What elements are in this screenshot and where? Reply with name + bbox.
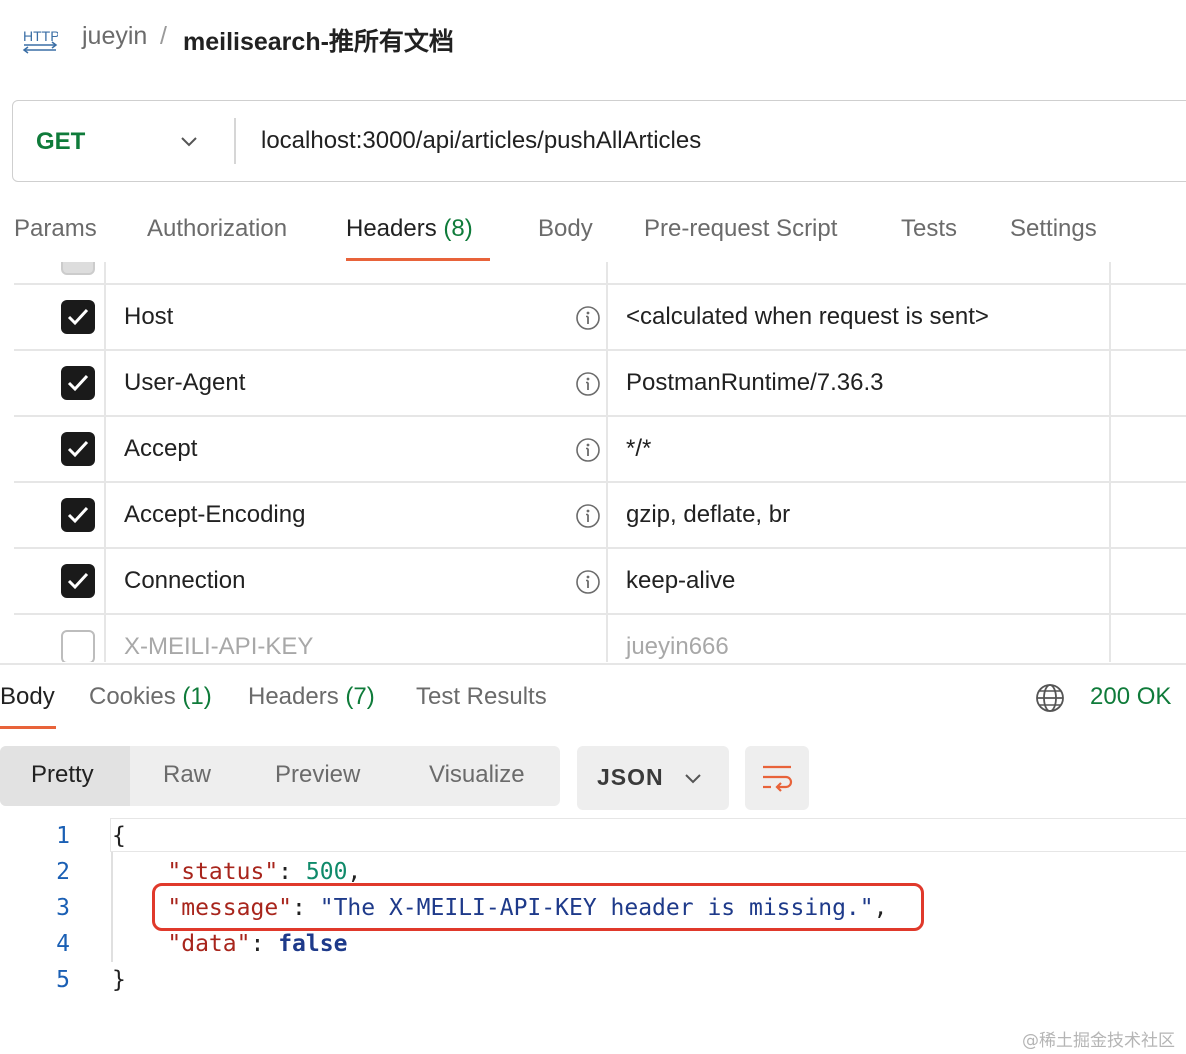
line-number: 4 (56, 931, 70, 957)
line-number: 1 (56, 823, 70, 849)
table-row: X-MEILI-API-KEY jueyin666 (14, 614, 1186, 662)
divider (0, 663, 1186, 665)
response-tab-cookies[interactable]: Cookies (1) (89, 683, 212, 711)
code-line-4[interactable]: "data": false (112, 931, 347, 957)
format-select-label: JSON (597, 764, 664, 790)
header-value[interactable]: PostmanRuntime/7.36.3 (626, 369, 883, 397)
url-input[interactable]: localhost:3000/api/articles/pushAllArtic… (261, 127, 701, 155)
http-request-icon: HTTP (22, 28, 58, 54)
breadcrumb-workspace[interactable]: jueyin (82, 22, 147, 51)
response-tab-headers-label: Headers (248, 683, 339, 710)
json-number: 500 (305, 859, 348, 885)
table-row: Accept */* (14, 416, 1186, 482)
header-key[interactable]: X-MEILI-API-KEY (124, 633, 313, 661)
checkbox-checked[interactable] (61, 300, 95, 334)
chevron-down-icon (685, 774, 701, 784)
table-row: Host <calculated when request is sent> (14, 284, 1186, 350)
header-key[interactable]: Connection (124, 567, 245, 595)
info-icon[interactable] (575, 437, 601, 463)
info-icon[interactable] (575, 503, 601, 529)
line-number: 3 (56, 895, 70, 921)
header-value[interactable]: gzip, deflate, br (626, 501, 790, 529)
table-row: Connection keep-alive (14, 548, 1186, 614)
line-number: 2 (56, 859, 70, 885)
json-brace: { (112, 823, 126, 849)
checkbox-checked[interactable] (61, 498, 95, 532)
tab-pre-request-script[interactable]: Pre-request Script (644, 215, 837, 243)
chevron-down-icon[interactable] (178, 130, 200, 152)
checkbox-unchecked[interactable] (61, 630, 95, 662)
header-value[interactable]: <calculated when request is sent> (626, 303, 989, 331)
header-value[interactable]: keep-alive (626, 567, 735, 595)
json-boolean: false (278, 931, 348, 957)
response-status[interactable]: 200 OK (1090, 683, 1171, 711)
header-key[interactable]: User-Agent (124, 369, 245, 397)
url-divider (234, 118, 236, 164)
active-tab-indicator (346, 258, 490, 261)
info-icon[interactable] (575, 569, 601, 595)
tab-headers-label: Headers (346, 215, 437, 242)
watermark: @稀土掘金技术社区 (1022, 1031, 1175, 1051)
response-tab-body[interactable]: Body (0, 683, 55, 711)
method-select[interactable]: GET (36, 128, 85, 156)
table-row-partial (14, 262, 1186, 284)
info-icon[interactable] (575, 305, 601, 331)
active-line-highlight (110, 818, 1186, 852)
svg-text:HTTP: HTTP (23, 28, 58, 44)
headers-table: Host <calculated when request is sent> U… (14, 262, 1186, 662)
breadcrumb-separator: / (160, 22, 167, 50)
json-key: "status" (167, 859, 279, 885)
active-tab-indicator (0, 726, 56, 729)
tab-tests[interactable]: Tests (901, 215, 957, 243)
tab-params[interactable]: Params (14, 215, 97, 243)
header-value[interactable]: */* (626, 435, 651, 463)
code-line-5[interactable]: } (112, 967, 126, 993)
json-key: "data" (167, 931, 251, 957)
checkbox-checked[interactable] (61, 564, 95, 598)
header-key[interactable]: Accept-Encoding (124, 501, 305, 529)
json-brace: } (112, 967, 126, 993)
view-mode-raw[interactable]: Raw (163, 761, 211, 789)
response-tab-cookies-count: (1) (182, 683, 212, 710)
tab-headers[interactable]: Headers (8) (346, 215, 473, 243)
line-number: 5 (56, 967, 70, 993)
header-key[interactable]: Host (124, 303, 173, 331)
response-tab-test-results[interactable]: Test Results (416, 683, 547, 711)
header-value[interactable]: jueyin666 (626, 633, 729, 661)
highlight-annotation-box (152, 883, 924, 931)
globe-icon[interactable] (1034, 682, 1066, 714)
checkbox-checked[interactable] (61, 432, 95, 466)
tab-body[interactable]: Body (538, 215, 593, 243)
wrap-lines-button[interactable] (745, 746, 809, 810)
request-title[interactable]: meilisearch-推所有文档 (183, 22, 454, 58)
info-icon[interactable] (575, 371, 601, 397)
code-line-1[interactable]: { (112, 823, 126, 849)
checkbox[interactable] (61, 262, 95, 275)
code-line-2[interactable]: "status": 500, (112, 859, 361, 885)
response-tab-headers-count: (7) (345, 683, 375, 710)
view-mode-visualize[interactable]: Visualize (429, 761, 525, 789)
response-tab-headers[interactable]: Headers (7) (248, 683, 375, 711)
wrap-lines-icon (763, 765, 793, 792)
table-row: Accept-Encoding gzip, deflate, br (14, 482, 1186, 548)
tab-headers-count: (8) (443, 215, 473, 242)
checkbox-checked[interactable] (61, 366, 95, 400)
header-key[interactable]: Accept (124, 435, 197, 463)
table-row: User-Agent PostmanRuntime/7.36.3 (14, 350, 1186, 416)
tab-settings[interactable]: Settings (1010, 215, 1097, 243)
response-tab-cookies-label: Cookies (89, 683, 176, 710)
view-mode-preview[interactable]: Preview (275, 761, 360, 789)
tab-authorization[interactable]: Authorization (147, 215, 287, 243)
view-mode-pretty[interactable]: Pretty (31, 761, 94, 789)
